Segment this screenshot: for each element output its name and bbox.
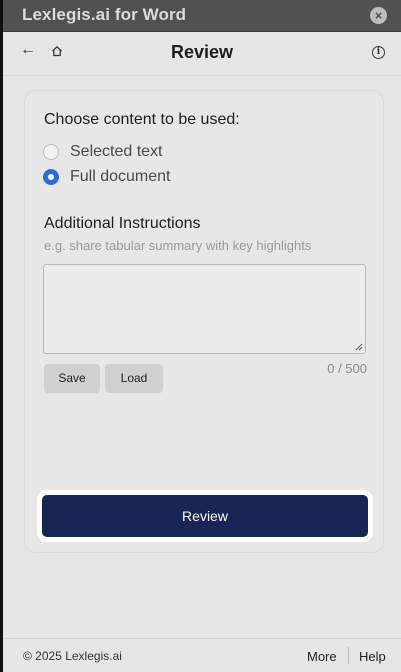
content-source-heading: Choose content to be used: (44, 111, 240, 128)
page-header: ← Review i (3, 32, 401, 74)
option-label: Full document (70, 168, 171, 185)
more-link[interactable]: More (307, 649, 337, 664)
save-button[interactable]: Save (44, 364, 100, 393)
addin-window: Lexlegis.ai for Word × ← Review i Choose… (0, 0, 401, 672)
resize-handle-icon[interactable] (355, 343, 363, 351)
help-link[interactable]: Help (359, 649, 386, 664)
info-icon[interactable]: i (372, 46, 385, 59)
footer: © 2025 Lexlegis.ai More Help (3, 638, 401, 672)
title-bar: Lexlegis.ai for Word × (3, 0, 401, 32)
load-button[interactable]: Load (105, 364, 163, 393)
radio-full-document[interactable] (43, 169, 59, 185)
review-card: Choose content to be used: Selected text… (24, 90, 384, 553)
radio-selected-text[interactable] (43, 144, 59, 160)
header-divider (3, 75, 401, 76)
instructions-hint: e.g. share tabular summary with key high… (44, 238, 312, 253)
close-icon[interactable]: × (370, 7, 387, 24)
instructions-textarea[interactable] (43, 264, 366, 354)
option-full-document[interactable]: Full document (43, 168, 171, 186)
page-title: Review (170, 42, 234, 62)
review-button-focus-ring: Review (37, 490, 373, 542)
footer-divider (348, 647, 349, 664)
copyright-text: © 2025 Lexlegis.ai (23, 649, 122, 663)
window-title: Lexlegis.ai for Word (22, 5, 187, 24)
character-counter: 0 / 500 (327, 361, 367, 376)
review-button[interactable]: Review (42, 495, 368, 537)
option-label: Selected text (70, 143, 163, 160)
instructions-heading: Additional Instructions (44, 215, 201, 232)
option-selected-text[interactable]: Selected text (43, 143, 163, 161)
